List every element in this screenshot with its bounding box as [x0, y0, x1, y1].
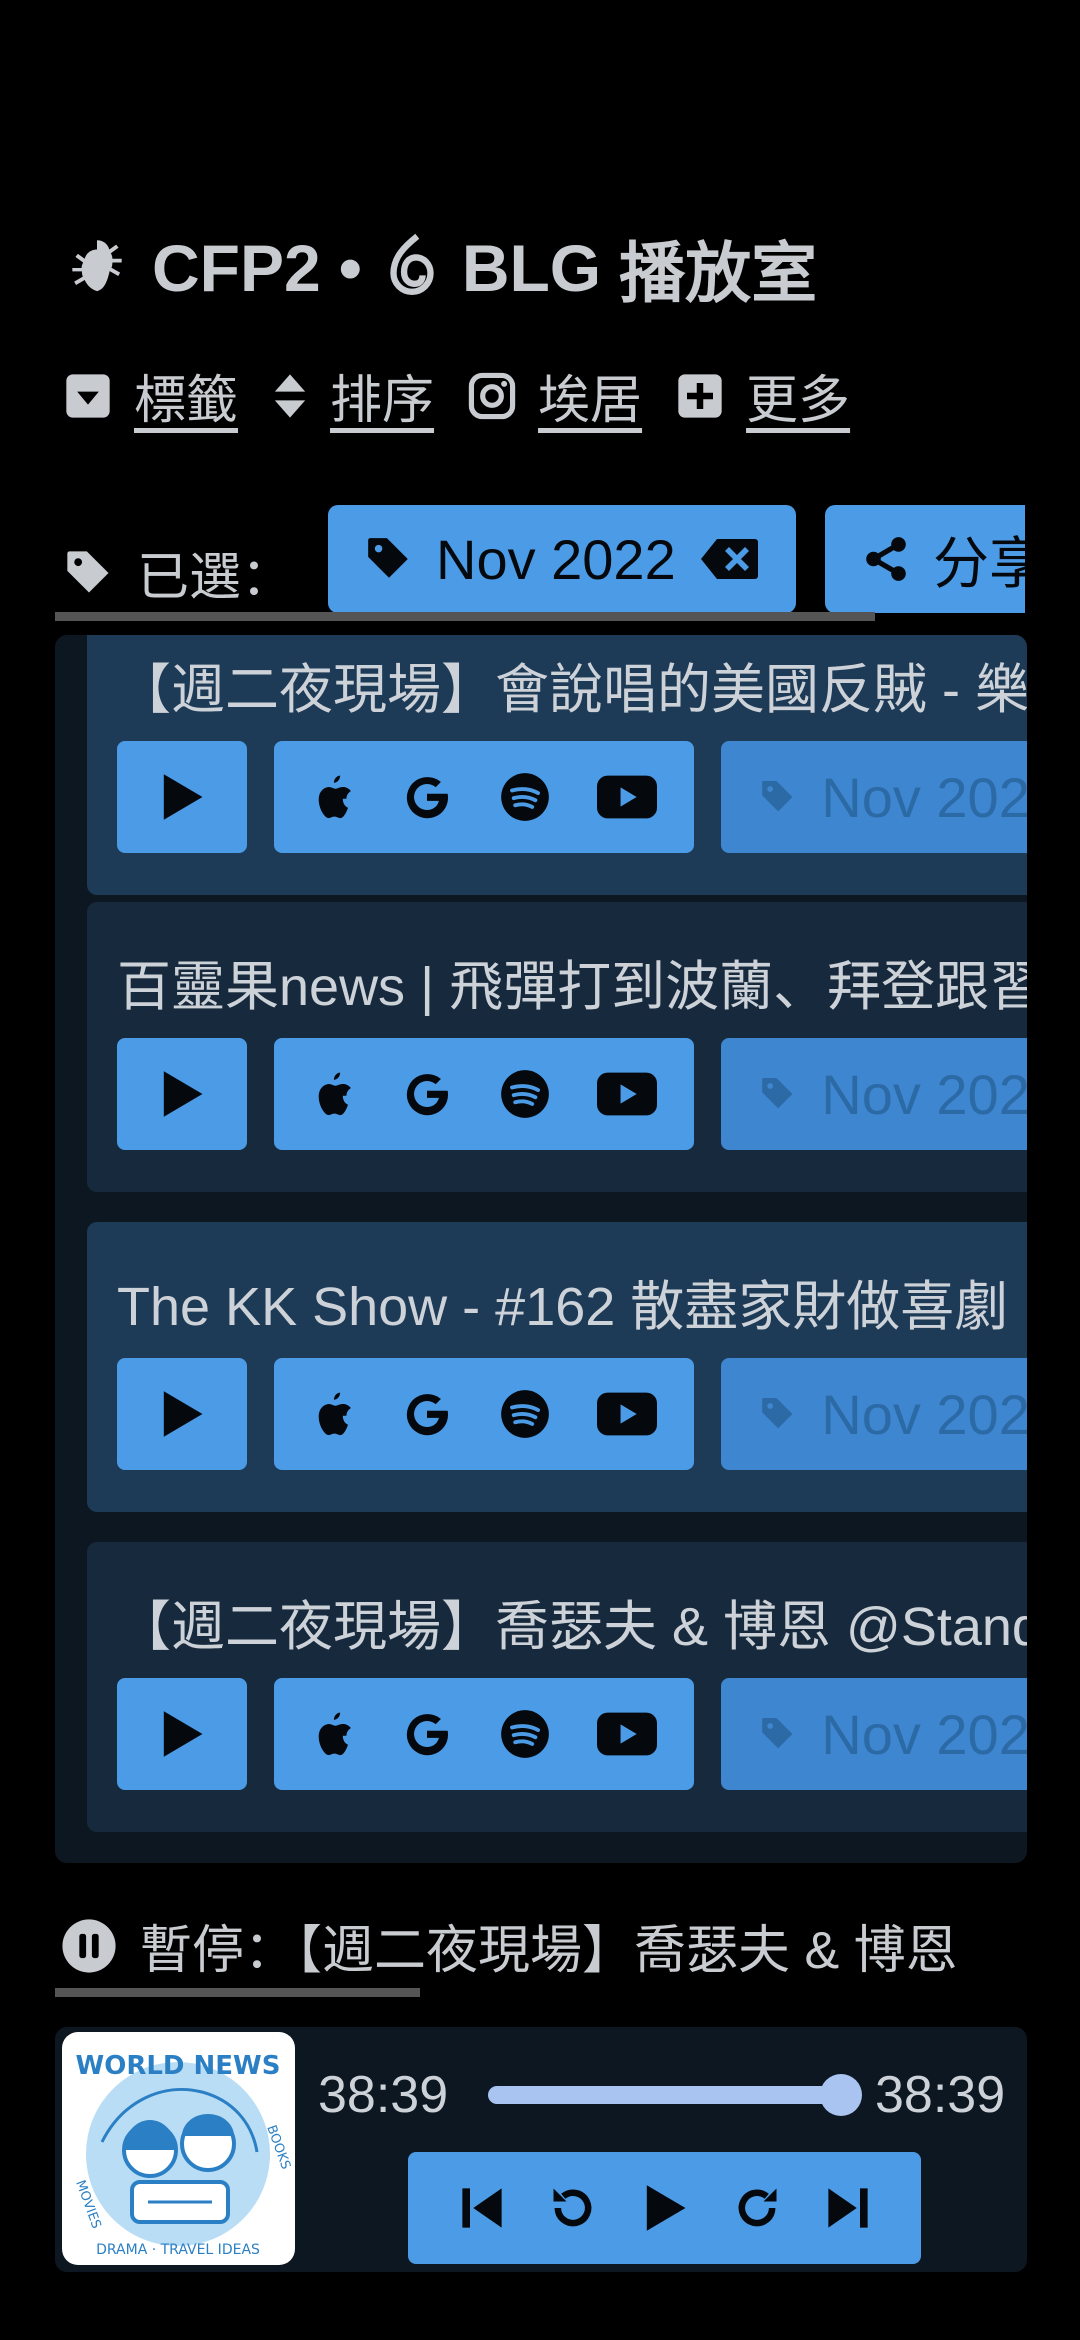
play-icon: [163, 1071, 203, 1117]
tag-icon: [762, 1398, 793, 1429]
platform-links: [274, 1678, 694, 1790]
selected-label: 已選：: [137, 549, 294, 607]
play-icon: [163, 1391, 203, 1437]
platform-links: [274, 1038, 694, 1150]
episode-list[interactable]: 【週二夜現場】會說唱的美國反賊 - 樂 Nov 2022 百靈果news | 飛…: [55, 635, 1027, 1863]
filter-scroll-indicator: [55, 612, 875, 621]
apple-icon[interactable]: [311, 1069, 355, 1119]
spotify-icon[interactable]: [499, 771, 551, 823]
tag-icon: [762, 781, 793, 812]
episode-card: 百靈果news | 飛彈打到波蘭、拜登跟習 Nov 2022: [87, 902, 1027, 1192]
forward-icon[interactable]: [731, 2182, 783, 2234]
youtube-icon[interactable]: [597, 1392, 657, 1436]
backspace-icon[interactable]: [698, 537, 760, 581]
art-title-text: WORLD NEWS: [76, 2051, 281, 2081]
plus-square-icon: [678, 373, 722, 418]
apple-icon[interactable]: [311, 1389, 355, 1439]
nav-instagram-link[interactable]: 埃居: [538, 358, 642, 433]
app-title: CFP2 • BLG 播放室: [60, 220, 817, 316]
youtube-icon[interactable]: [597, 1712, 657, 1756]
title-separator: •: [338, 231, 362, 305]
selected-tag-label: Nov 2022: [436, 527, 676, 591]
nav-sort-link[interactable]: 排序: [330, 358, 434, 433]
episode-title[interactable]: 【週二夜現場】會說唱的美國反賊 - 樂: [117, 645, 1027, 724]
episode-tag-button[interactable]: Nov 2022: [721, 1358, 1027, 1470]
episode-tag-button[interactable]: Nov 2022: [721, 1038, 1027, 1150]
pause-circle-icon[interactable]: [60, 1917, 118, 1975]
status-scroll-indicator: [55, 1988, 420, 1997]
platform-links: [274, 1358, 694, 1470]
play-button[interactable]: [117, 1038, 247, 1150]
skip-next-icon[interactable]: [826, 2184, 870, 2232]
episode-card: 【週二夜現場】會說唱的美國反賊 - 樂 Nov 2022: [87, 635, 1027, 895]
share-button[interactable]: 分享: [825, 505, 1025, 613]
spotify-icon[interactable]: [499, 1388, 551, 1440]
tag-icon: [368, 538, 408, 578]
total-time: 38:39: [875, 2066, 1006, 2124]
episode-card: 【週二夜現場】喬瑟夫 & 博恩 @Stand Nov 2022: [87, 1542, 1027, 1832]
episode-tag-button[interactable]: Nov 2022: [721, 741, 1027, 853]
audio-player: WORLD NEWS MOVIES BOOKS DRAMA · TRAVEL I…: [55, 2027, 1027, 2272]
progress-slider[interactable]: [488, 2086, 833, 2104]
google-icon[interactable]: [401, 771, 453, 823]
play-button[interactable]: [117, 1358, 247, 1470]
playback-status: 暫停：【週二夜現場】喬瑟夫 & 博恩: [60, 1908, 1025, 1983]
selected-filter-bar: 已選： Nov 2022 分享: [55, 505, 1025, 615]
google-icon[interactable]: [401, 1068, 453, 1120]
elapsed-time: 38:39: [318, 2066, 449, 2124]
share-icon: [866, 537, 906, 581]
title-part1: CFP2: [152, 231, 321, 305]
nav-more-link[interactable]: 更多: [746, 358, 850, 433]
apple-icon[interactable]: [311, 772, 355, 822]
episode-tag-label: Nov 2022: [821, 765, 1027, 829]
title-part3: 播放室: [619, 236, 818, 310]
play-button[interactable]: [117, 741, 247, 853]
rewind-icon[interactable]: [547, 2182, 599, 2234]
episode-title[interactable]: 百靈果news | 飛彈打到波蘭、拜登跟習: [117, 942, 1027, 1021]
platform-links: [274, 741, 694, 853]
spotify-icon[interactable]: [499, 1068, 551, 1120]
google-icon[interactable]: [401, 1388, 453, 1440]
status-text: 暫停：【週二夜現場】喬瑟夫 & 博恩: [140, 1922, 958, 1980]
caret-square-down-icon: [66, 373, 110, 418]
episode-card: The KK Show - #162 散盡家財做喜劇 Nov 2022: [87, 1222, 1027, 1512]
art-bottom-text: DRAMA · TRAVEL IDEAS: [96, 2242, 260, 2258]
episode-tag-label: Nov 2022: [821, 1382, 1027, 1446]
instagram-icon: [468, 372, 516, 419]
share-label: 分享: [933, 531, 1025, 595]
episode-tag-button[interactable]: Nov 2022: [721, 1678, 1027, 1790]
episode-title[interactable]: The KK Show - #162 散盡家財做喜劇: [117, 1262, 1008, 1341]
play-icon[interactable]: [642, 2183, 688, 2233]
transport-controls: [408, 2152, 921, 2264]
play-icon: [163, 774, 203, 820]
episode-title[interactable]: 【週二夜現場】喬瑟夫 & 博恩 @Stand: [117, 1582, 1027, 1661]
selected-tag-chip[interactable]: Nov 2022: [328, 505, 796, 613]
apple-icon[interactable]: [311, 1709, 355, 1759]
sort-icon: [274, 373, 306, 418]
tag-icon: [762, 1078, 793, 1109]
skip-previous-icon[interactable]: [460, 2184, 504, 2232]
episode-tag-label: Nov 2022: [821, 1702, 1027, 1766]
play-button[interactable]: [117, 1678, 247, 1790]
selected-label-group: 已選：: [63, 535, 293, 610]
play-icon: [163, 1711, 203, 1757]
youtube-icon[interactable]: [597, 1072, 657, 1116]
tag-icon: [67, 550, 109, 592]
tag-icon: [762, 1718, 793, 1749]
podcast-artwork: WORLD NEWS MOVIES BOOKS DRAMA · TRAVEL I…: [62, 2032, 295, 2265]
swirl-icon: [390, 233, 434, 295]
progress-slider-thumb[interactable]: [820, 2074, 862, 2116]
google-icon[interactable]: [401, 1708, 453, 1760]
episode-tag-label: Nov 2022: [821, 1062, 1027, 1126]
bug-icon: [72, 240, 122, 292]
nav-tags-link[interactable]: 標籤: [134, 358, 238, 433]
nav-bar: 標籤 排序 埃居 更多: [62, 358, 862, 433]
youtube-icon[interactable]: [597, 775, 657, 819]
title-part2: BLG: [461, 231, 602, 305]
spotify-icon[interactable]: [499, 1708, 551, 1760]
